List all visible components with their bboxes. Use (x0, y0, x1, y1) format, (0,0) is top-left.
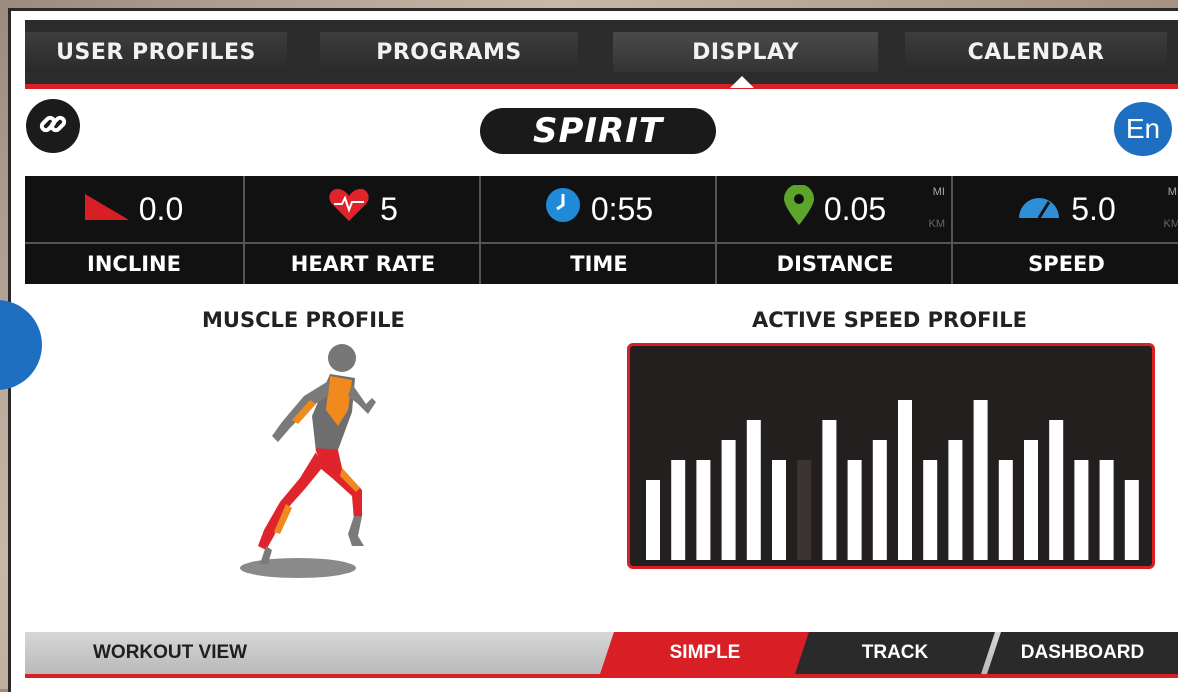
incline-value: 0.0 (139, 191, 183, 228)
tab-calendar[interactable]: CALENDAR (905, 32, 1167, 72)
tab-user-profiles[interactable]: USER PROFILES (25, 32, 287, 72)
speed-bar-17 (1049, 420, 1063, 560)
heart-rate-value: 5 (380, 191, 398, 228)
speed-bar-5 (747, 420, 761, 560)
stat-speed: 5.0 MI KM SPEED (951, 176, 1178, 284)
stat-incline: 0.0 INCLINE (25, 176, 243, 284)
speed-bar-9 (848, 460, 862, 560)
tab-programs[interactable]: PROGRAMS (320, 32, 578, 72)
speed-bar-13 (948, 440, 962, 560)
speed-unit-mi[interactable]: MI (1168, 186, 1178, 198)
distance-unit-mi[interactable]: MI (933, 186, 945, 198)
link-button[interactable] (26, 99, 80, 153)
distance-value: 0.05 (824, 191, 886, 228)
view-tab-track[interactable]: TRACK (795, 632, 995, 674)
stat-time: 0:55 TIME (479, 176, 717, 284)
clock-icon (545, 187, 581, 231)
map-pin-icon (784, 185, 814, 233)
top-nav: USER PROFILES PROGRAMS DISPLAY CALENDAR (25, 20, 1178, 89)
speed-unit-km[interactable]: KM (1164, 218, 1178, 230)
speed-profile-svg (630, 346, 1152, 566)
speed-bar-12 (923, 460, 937, 560)
stats-bar: 0.0 INCLINE 5 HEART RATE 0:55 T (25, 176, 1178, 284)
speed-bar-11 (898, 400, 912, 560)
view-tab-dashboard[interactable]: DASHBOARD (987, 632, 1178, 674)
active-tab-indicator (730, 76, 754, 88)
speed-bar-7 (797, 460, 811, 560)
heart-rate-label: HEART RATE (245, 242, 481, 284)
workout-view-label: WORKOUT VIEW (93, 642, 247, 664)
speed-profile-title: ACTIVE SPEED PROFILE (752, 308, 1027, 332)
runner-figure (230, 340, 400, 585)
muscle-profile-title: MUSCLE PROFILE (202, 308, 405, 332)
speed-bar-20 (1125, 480, 1139, 560)
tab-display[interactable]: DISPLAY (613, 32, 878, 72)
language-button[interactable]: En (1114, 102, 1172, 156)
speed-bar-6 (772, 460, 786, 560)
heart-icon (328, 187, 370, 231)
view-tab-simple[interactable]: SIMPLE (600, 632, 810, 674)
distance-label: DISTANCE (717, 242, 953, 284)
incline-icon (85, 191, 129, 228)
speed-bar-4 (722, 440, 736, 560)
speed-bar-19 (1100, 460, 1114, 560)
speed-value: 5.0 (1071, 191, 1115, 228)
speed-bar-16 (1024, 440, 1038, 560)
distance-unit-km[interactable]: KM (929, 218, 946, 230)
stat-heart-rate: 5 HEART RATE (243, 176, 481, 284)
speed-bar-15 (999, 460, 1013, 560)
time-value: 0:55 (591, 191, 653, 228)
stat-distance: 0.05 MI KM DISTANCE (715, 176, 953, 284)
speed-bar-1 (646, 480, 660, 560)
time-label: TIME (481, 242, 717, 284)
speed-bar-3 (696, 460, 710, 560)
speed-bar-14 (974, 400, 988, 560)
speed-profile-chart (627, 343, 1155, 569)
speedometer-icon (1017, 191, 1061, 228)
link-icon (37, 108, 69, 145)
speed-bar-8 (822, 420, 836, 560)
speed-bar-10 (873, 440, 887, 560)
speed-bar-18 (1074, 460, 1088, 560)
speed-label: SPEED (953, 242, 1178, 284)
speed-bar-2 (671, 460, 685, 560)
brand-logo: SPIRIT (480, 108, 716, 154)
workout-view-bar: WORKOUT VIEW SIMPLE TRACK DASHBOARD (25, 632, 1178, 678)
incline-label: INCLINE (25, 242, 243, 284)
